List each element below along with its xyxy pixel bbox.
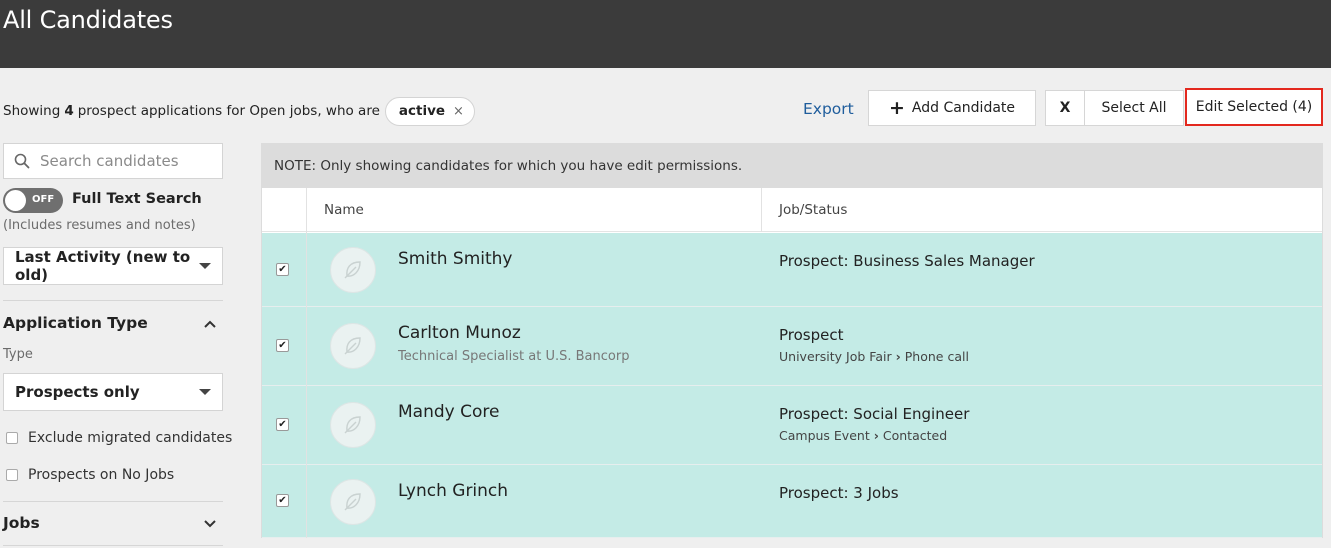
- avatar: [330, 479, 376, 525]
- table-row[interactable]: ✔ Smith Smithy Prospect: Business Sales …: [262, 233, 1322, 307]
- job-status: Prospect: Social Engineer: [779, 405, 970, 423]
- divider: [3, 501, 223, 502]
- type-label: Type: [3, 347, 33, 362]
- stage-path: University Job Fair › Phone call: [779, 349, 969, 364]
- divider: [3, 300, 223, 301]
- candidate-name[interactable]: Smith Smithy: [398, 249, 513, 269]
- exclude-migrated-option[interactable]: Exclude migrated candidates: [6, 429, 232, 447]
- jobs-heading: Jobs: [3, 514, 40, 532]
- row-checkbox[interactable]: ✔: [276, 339, 289, 352]
- table-row[interactable]: ✔ Mandy Core Prospect: Social Engineer C…: [262, 386, 1322, 465]
- exclude-migrated-checkbox[interactable]: [6, 432, 18, 444]
- full-text-search-label: Full Text Search: [72, 191, 202, 207]
- summary-suffix: prospect applications for Open jobs, who…: [77, 103, 380, 119]
- chevron-down-icon: [204, 520, 216, 528]
- caret-down-icon: [199, 263, 211, 269]
- avatar: [330, 323, 376, 369]
- row-checkbox[interactable]: ✔: [276, 418, 289, 431]
- toggle-knob: [5, 190, 26, 211]
- leaf-icon: [344, 416, 361, 434]
- prospects-no-jobs-option[interactable]: Prospects on No Jobs: [6, 466, 174, 484]
- edit-selected-button[interactable]: Edit Selected (4): [1185, 88, 1323, 126]
- sort-select[interactable]: Last Activity (new to old): [3, 247, 223, 285]
- column-divider: [306, 188, 307, 538]
- page-title: All Candidates: [3, 6, 173, 34]
- permissions-note: NOTE: Only showing candidates for which …: [262, 144, 1322, 188]
- sort-select-value: Last Activity (new to old): [15, 248, 191, 284]
- stage-to: Phone call: [904, 349, 969, 364]
- candidate-name[interactable]: Lynch Grinch: [398, 481, 508, 501]
- stage-from: University Job Fair: [779, 349, 892, 364]
- caret-down-icon: [199, 389, 211, 395]
- avatar: [330, 247, 376, 293]
- prospects-no-jobs-checkbox[interactable]: [6, 469, 18, 481]
- candidates-table: NOTE: Only showing candidates for which …: [261, 143, 1323, 538]
- job-status: Prospect: 3 Jobs: [779, 484, 899, 502]
- table-row[interactable]: ✔ Lynch Grinch Prospect: 3 Jobs: [262, 465, 1322, 538]
- stage-to: Contacted: [882, 428, 948, 443]
- job-status: Prospect: Business Sales Manager: [779, 252, 1035, 270]
- column-header-job-status[interactable]: Job/Status: [779, 188, 847, 232]
- top-bar: All Candidates: [0, 0, 1331, 68]
- leaf-icon: [344, 493, 361, 511]
- row-checkbox[interactable]: ✔: [276, 494, 289, 507]
- chevron-right-icon: ›: [873, 428, 879, 443]
- avatar: [330, 402, 376, 448]
- chevron-up-icon: [204, 320, 216, 328]
- plus-icon: +: [888, 96, 905, 119]
- application-type-header[interactable]: Application Type: [3, 314, 221, 336]
- filter-pill-active[interactable]: active ×: [384, 96, 475, 126]
- summary-prefix: Showing: [3, 103, 61, 119]
- search-box: [3, 143, 223, 179]
- result-count: 4: [64, 103, 74, 119]
- chevron-right-icon: ›: [895, 349, 901, 364]
- clear-selection-button[interactable]: X: [1045, 90, 1085, 126]
- type-select[interactable]: Prospects only: [3, 373, 223, 411]
- full-text-search-note: (Includes resumes and notes): [3, 218, 196, 233]
- prospects-no-jobs-label: Prospects on No Jobs: [28, 467, 175, 483]
- column-header-name[interactable]: Name: [324, 188, 364, 232]
- jobs-header[interactable]: Jobs: [3, 514, 221, 536]
- table-row[interactable]: ✔ Carlton Munoz Technical Specialist at …: [262, 307, 1322, 386]
- candidate-name[interactable]: Carlton Munoz: [398, 323, 521, 343]
- job-status: Prospect: [779, 326, 844, 344]
- select-all-button[interactable]: Select All: [1084, 90, 1184, 126]
- stage-from: Campus Event: [779, 428, 870, 443]
- candidate-name[interactable]: Mandy Core: [398, 402, 499, 422]
- filter-pill-label: active: [398, 103, 446, 119]
- full-text-search-toggle[interactable]: OFF: [3, 188, 63, 213]
- type-select-value: Prospects only: [15, 383, 140, 401]
- table-header: Name Job/Status: [262, 188, 1322, 232]
- leaf-icon: [344, 337, 361, 355]
- divider: [3, 545, 223, 546]
- application-type-heading: Application Type: [3, 314, 148, 332]
- add-candidate-label: Add Candidate: [911, 100, 1016, 116]
- leaf-icon: [344, 261, 361, 279]
- search-icon: [14, 153, 30, 169]
- column-divider: [761, 188, 762, 232]
- row-checkbox[interactable]: ✔: [276, 263, 289, 276]
- stage-path: Campus Event › Contacted: [779, 428, 947, 443]
- exclude-migrated-label: Exclude migrated candidates: [28, 430, 233, 446]
- export-link[interactable]: Export: [803, 98, 854, 120]
- results-summary: Showing 4 prospect applications for Open…: [3, 96, 475, 126]
- remove-filter-icon[interactable]: ×: [453, 104, 464, 119]
- toggle-state: OFF: [32, 194, 55, 205]
- search-input[interactable]: [38, 151, 208, 171]
- candidate-title: Technical Specialist at U.S. Bancorp: [398, 349, 630, 364]
- add-candidate-button[interactable]: + Add Candidate: [868, 90, 1036, 126]
